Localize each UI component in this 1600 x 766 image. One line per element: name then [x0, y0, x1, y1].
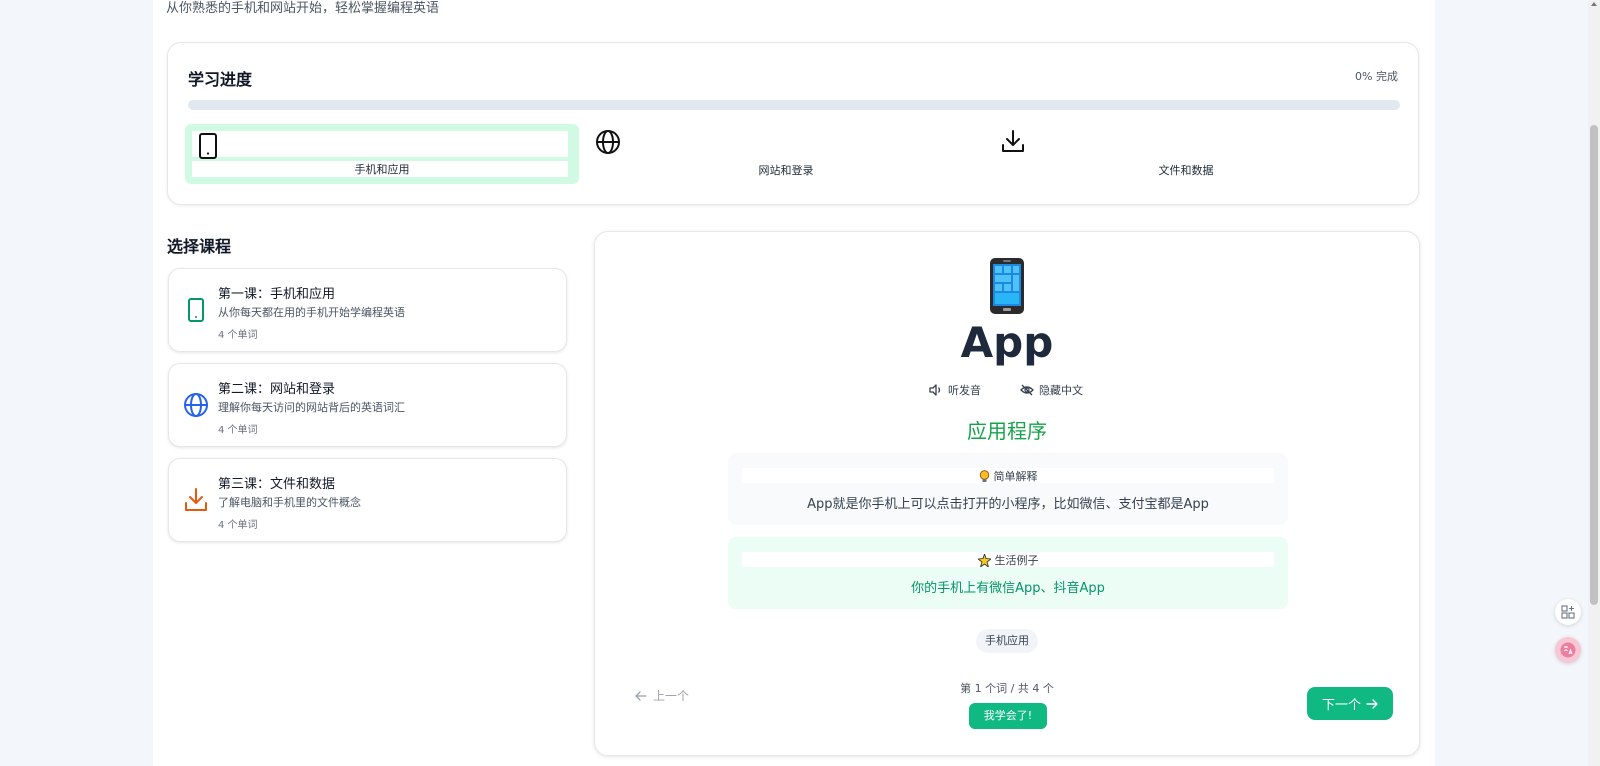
course-word-count: 4 个单词 [218, 425, 258, 436]
scroll-up-arrow[interactable] [1591, 2, 1597, 6]
progress-percent: 0% 完成 [1355, 70, 1398, 83]
lesson-steps: 手机和应用 网站和登录 文件和数据 [185, 124, 1416, 184]
hide-label: 隐藏中文 [1039, 384, 1083, 397]
next-label: 下一个 [1321, 698, 1361, 713]
phone-icon [188, 298, 204, 322]
translate-widget-button[interactable] [1555, 637, 1581, 663]
word-counter: 第 1 个词 / 共 4 个 [960, 682, 1054, 695]
category-tag: 手机应用 [976, 629, 1038, 653]
eye-off-icon [1020, 384, 1034, 396]
page-subtitle: 从你熟悉的手机和网站开始，轻松掌握编程英语 [166, 1, 440, 16]
step-label: 文件和数据 [1158, 164, 1214, 177]
example-title: 生活例子 [994, 554, 1039, 567]
scrollbar[interactable] [1588, 0, 1600, 766]
speaker-icon [929, 384, 941, 396]
phone-icon [199, 133, 217, 159]
listen-button[interactable]: 听发音 [929, 382, 981, 398]
flashcard: App 听发音 隐藏中文 应用程序 简单解释 App就是你手机上可以点击打开的小… [594, 231, 1420, 756]
progress-bar [188, 100, 1400, 110]
download-icon [1002, 130, 1024, 152]
chinese-meaning: 应用程序 [967, 419, 1047, 443]
course-desc: 理解你每天访问的网站背后的英语词汇 [218, 401, 405, 414]
example-text: 你的手机上有微信App、抖音App [911, 581, 1105, 596]
mobile-phone-emoji [990, 258, 1024, 314]
explanation-box: 简单解释 App就是你手机上可以点击打开的小程序，比如微信、支付宝都是App [728, 453, 1288, 525]
course-word-count: 4 个单词 [218, 520, 258, 531]
course-item-3[interactable]: 第三课：文件和数据 了解电脑和手机里的文件概念 4 个单词 [168, 458, 567, 542]
download-icon [185, 488, 207, 511]
course-list-title: 选择课程 [167, 237, 232, 256]
listen-label: 听发音 [948, 384, 981, 397]
explanation-header: 简单解释 [728, 468, 1288, 484]
course-title: 第一课：手机和应用 [218, 287, 336, 302]
apps-widget-button[interactable] [1555, 599, 1581, 625]
sparkle-icon [977, 553, 991, 567]
step-phone-apps[interactable]: 手机和应用 [185, 124, 579, 184]
progress-card: 学习进度 0% 完成 手机和应用 网站和登录 文件和数据 [167, 42, 1419, 205]
scrollbar-thumb[interactable] [1590, 125, 1598, 605]
course-word-count: 4 个单词 [218, 330, 258, 341]
course-item-1[interactable]: 第一课：手机和应用 从你每天都在用的手机开始学编程英语 4 个单词 [168, 268, 567, 352]
hide-chinese-button[interactable]: 隐藏中文 [1020, 382, 1083, 398]
course-title: 第三课：文件和数据 [218, 477, 336, 492]
explanation-text: App就是你手机上可以点击打开的小程序，比如微信、支付宝都是App [807, 497, 1209, 512]
course-desc: 了解电脑和手机里的文件概念 [218, 496, 361, 509]
course-item-2[interactable]: 第二课：网站和登录 理解你每天访问的网站背后的英语词汇 4 个单词 [168, 363, 567, 447]
vocab-word: App [960, 318, 1054, 367]
next-button[interactable]: 下一个 [1307, 687, 1393, 720]
globe-icon [184, 393, 208, 417]
step-files-data[interactable]: 文件和数据 [989, 124, 1383, 184]
course-desc: 从你每天都在用的手机开始学编程英语 [218, 306, 405, 319]
globe-icon [596, 130, 620, 154]
lightbulb-icon [979, 469, 989, 482]
grid-plus-icon [1561, 605, 1575, 619]
step-label: 网站和登录 [758, 164, 814, 177]
arrow-right-icon [1366, 698, 1378, 709]
example-header: 生活例子 [728, 552, 1288, 568]
example-box: 生活例子 你的手机上有微信App、抖音App [728, 537, 1288, 609]
progress-title: 学习进度 [188, 70, 253, 89]
step-web-login[interactable]: 网站和登录 [589, 124, 983, 184]
explanation-title: 简单解释 [993, 470, 1038, 483]
learned-button[interactable]: 我学会了! [969, 703, 1047, 729]
course-title: 第二课：网站和登录 [218, 382, 336, 397]
step-label: 手机和应用 [354, 163, 410, 176]
word-actions: 听发音 隐藏中文 [595, 382, 1419, 398]
translate-icon [1560, 642, 1576, 658]
